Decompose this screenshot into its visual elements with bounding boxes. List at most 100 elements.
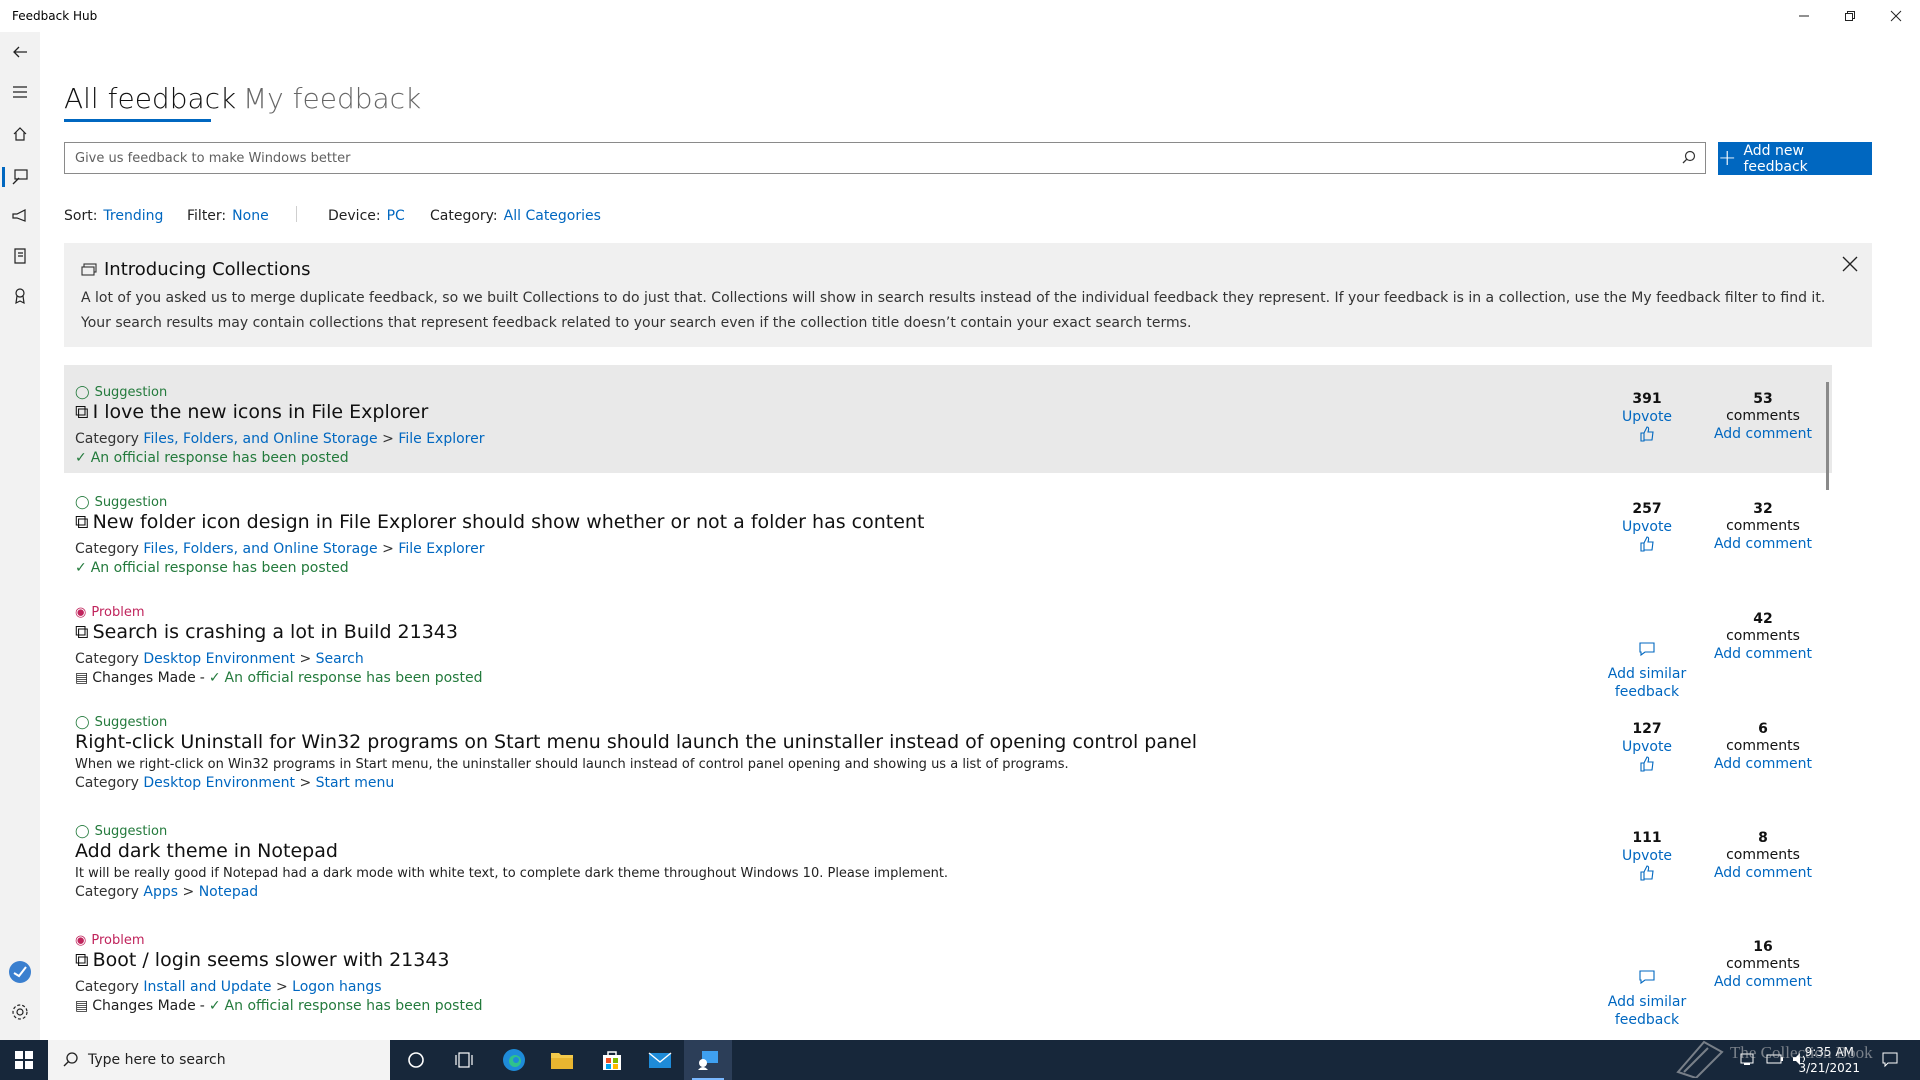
subcategory-link[interactable]: File Explorer: [398, 541, 484, 557]
category-link[interactable]: Apps: [143, 884, 178, 900]
category-link[interactable]: Install and Update: [143, 979, 271, 995]
feedback-title[interactable]: ⧉ New folder icon design in File Explorer…: [75, 511, 924, 533]
comments-label: comments: [1726, 847, 1800, 863]
upvote-label[interactable]: Upvote: [1601, 409, 1693, 425]
nav-insider-profile[interactable]: [0, 954, 40, 990]
nav-settings[interactable]: [0, 994, 40, 1030]
feedback-title[interactable]: Add dark theme in Notepad: [75, 840, 338, 862]
feedback-title[interactable]: ⧉ Search is crashing a lot in Build 21343: [75, 621, 458, 643]
feedback-category: Category Files, Folders, and Online Stor…: [75, 541, 484, 557]
subcategory-link[interactable]: Search: [316, 651, 364, 667]
feedback-item[interactable]: ◯ Suggestion Add dark theme in Notepad It…: [64, 804, 1832, 912]
upvote-label[interactable]: Upvote: [1601, 519, 1693, 535]
upvote-column[interactable]: 391 Upvote: [1601, 391, 1693, 447]
add-similar-column[interactable]: Add similar feedback: [1601, 641, 1693, 701]
list-scrollbar[interactable]: [1826, 382, 1829, 490]
subcategory-link[interactable]: Notepad: [199, 884, 259, 900]
add-comment-link[interactable]: Add comment: [1708, 756, 1818, 772]
close-button[interactable]: [1873, 0, 1919, 32]
search-icon[interactable]: [1681, 149, 1697, 165]
official-response: ▤ Changes Made - ✓ An official response has …: [75, 670, 482, 686]
add-comment-link[interactable]: Add comment: [1708, 536, 1818, 552]
nav-announcements[interactable]: [0, 198, 40, 234]
thumbs-up-icon[interactable]: [1638, 755, 1656, 773]
upvote-label[interactable]: Upvote: [1601, 739, 1693, 755]
add-similar-link[interactable]: Add similar feedback: [1601, 993, 1693, 1029]
taskbar-mail[interactable]: [636, 1040, 684, 1080]
cortana-button[interactable]: [392, 1040, 440, 1080]
nav-achievements[interactable]: [0, 278, 40, 314]
taskbar-store[interactable]: [588, 1040, 636, 1080]
home-icon: [13, 127, 27, 141]
title-text: Right-click Uninstall for Win32 programs…: [75, 731, 1197, 753]
tray-network-icon[interactable]: [1740, 1052, 1756, 1069]
lightbulb-icon: ◯: [75, 495, 90, 510]
upvote-column[interactable]: 257 Upvote: [1601, 501, 1693, 557]
add-similar-icon[interactable]: [1638, 641, 1656, 657]
feedback-title[interactable]: ⧉ Boot / login seems slower with 21343: [75, 949, 450, 971]
upvote-label[interactable]: Upvote: [1601, 848, 1693, 864]
tray-battery-icon[interactable]: [1766, 1052, 1784, 1069]
thumbs-up-icon[interactable]: [1638, 864, 1656, 882]
feedback-description: When we right-click on Win32 programs in…: [75, 757, 1069, 772]
nav-quests[interactable]: [0, 238, 40, 274]
feedback-title[interactable]: ⧉ I love the new icons in File Explorer: [75, 401, 428, 423]
category-link[interactable]: Files, Folders, and Online Storage: [143, 431, 377, 447]
task-view-button[interactable]: [440, 1040, 488, 1080]
subcategory-link[interactable]: File Explorer: [398, 431, 484, 447]
add-new-feedback-button[interactable]: + Add new feedback: [1718, 142, 1872, 175]
add-comment-link[interactable]: Add comment: [1708, 974, 1818, 990]
feedback-title[interactable]: Right-click Uninstall for Win32 programs…: [75, 731, 1197, 753]
thumbs-up-icon[interactable]: [1638, 535, 1656, 553]
start-button[interactable]: [0, 1040, 48, 1080]
category-link[interactable]: Desktop Environment: [143, 651, 295, 667]
nav-home[interactable]: [0, 116, 40, 152]
back-button[interactable]: [0, 34, 40, 70]
add-comment-link[interactable]: Add comment: [1708, 426, 1818, 442]
taskbar-file-explorer[interactable]: [538, 1040, 586, 1080]
feedback-item[interactable]: ◉ Problem ⧉ Search is crashing a lot in Bu…: [64, 585, 1832, 693]
feedback-search-input[interactable]: Give us feedback to make Windows better: [64, 142, 1706, 174]
subcategory-link[interactable]: Logon hangs: [292, 979, 381, 995]
filter-dropdown[interactable]: Filter: None: [187, 208, 269, 224]
hamburger-menu-button[interactable]: [0, 74, 40, 110]
type-label: Problem: [91, 605, 145, 620]
tab-my-feedback[interactable]: My feedback: [243, 82, 421, 115]
feedback-item[interactable]: ◉ Problem ⧉ Boot / login seems slower with…: [64, 913, 1832, 1021]
sort-value: Trending: [103, 208, 164, 224]
changes-made-text: Changes Made: [92, 998, 196, 1014]
category-link[interactable]: Files, Folders, and Online Storage: [143, 541, 377, 557]
taskbar-search-input[interactable]: Type here to search: [48, 1040, 390, 1080]
device-dropdown[interactable]: Device: PC: [328, 208, 405, 224]
restore-button[interactable]: [1827, 0, 1873, 32]
minimize-button[interactable]: [1781, 0, 1827, 32]
upvote-column[interactable]: 127 Upvote: [1601, 721, 1693, 777]
category-separator: >: [182, 884, 195, 900]
add-similar-icon[interactable]: [1638, 969, 1656, 985]
banner-close-icon[interactable]: [1842, 253, 1858, 278]
taskbar-clock[interactable]: 9:35 AM 3/21/2021: [1798, 1044, 1860, 1076]
add-similar-column[interactable]: Add similar feedback: [1601, 969, 1693, 1029]
category-dropdown[interactable]: Category: All Categories: [430, 208, 601, 224]
tab-all-feedback[interactable]: All feedback: [64, 82, 236, 115]
taskbar-search-placeholder: Type here to search: [88, 1052, 226, 1068]
add-comment-link[interactable]: Add comment: [1708, 865, 1818, 881]
sort-dropdown[interactable]: Sort: Trending: [64, 208, 163, 224]
category-prefix: Category: [75, 775, 139, 791]
quest-icon: [14, 248, 26, 264]
nav-feedback[interactable]: [0, 159, 40, 195]
feedback-item[interactable]: ◯ Suggestion Right-click Uninstall for Wi…: [64, 695, 1832, 803]
upvote-column[interactable]: 111 Upvote: [1601, 830, 1693, 886]
taskbar-feedback-hub[interactable]: [684, 1040, 732, 1080]
search-placeholder: Give us feedback to make Windows better: [75, 151, 351, 166]
thumbs-up-icon[interactable]: [1638, 425, 1656, 443]
type-label: Suggestion: [94, 385, 168, 400]
feedback-item[interactable]: ◯ Suggestion ⧉ I love the new icons in Fil…: [64, 365, 1832, 473]
add-comment-link[interactable]: Add comment: [1708, 646, 1818, 662]
subcategory-link[interactable]: Start menu: [316, 775, 395, 791]
taskbar-edge[interactable]: [490, 1040, 538, 1080]
notification-center-icon[interactable]: [1882, 1052, 1898, 1071]
feedback-item[interactable]: ◯ Suggestion ⧉ New folder icon design in F…: [64, 475, 1832, 583]
category-link[interactable]: Desktop Environment: [143, 775, 295, 791]
main-content: All feedback My feedback Give us feedbac…: [40, 32, 1920, 1040]
